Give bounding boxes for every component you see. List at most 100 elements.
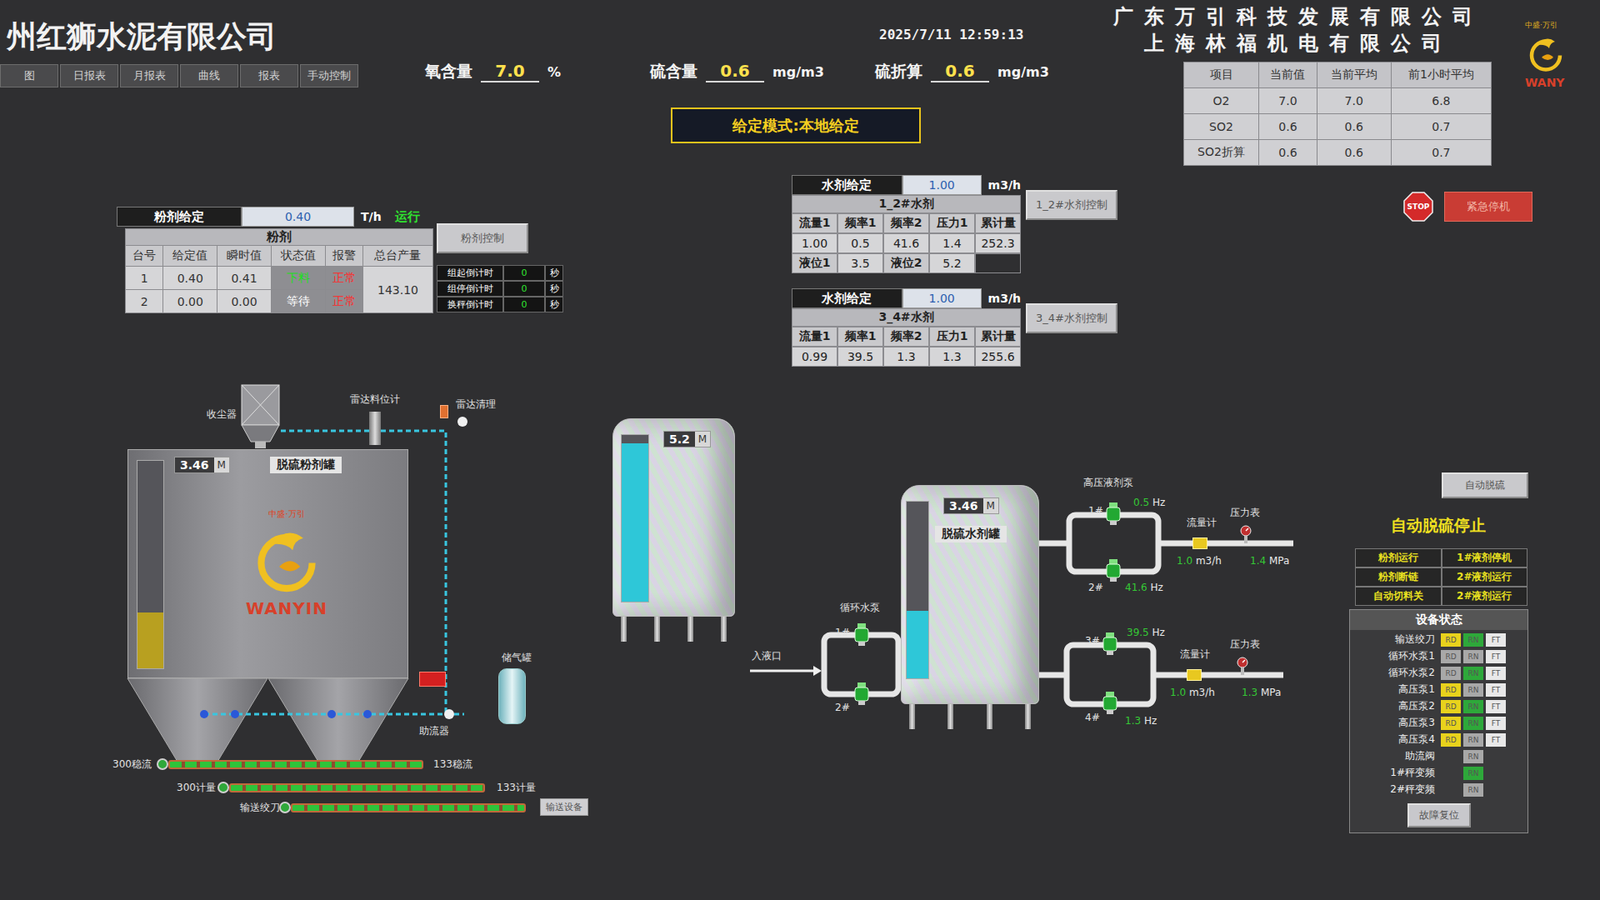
run-indicator: RN — [1463, 633, 1484, 647]
table-cell: 0.6 — [1316, 140, 1391, 166]
table-cell: 1.4 — [929, 233, 975, 254]
pump-label: 3# — [1085, 635, 1100, 647]
water-level-fill — [906, 610, 929, 679]
pressure-gauge — [1240, 525, 1252, 547]
fault-indicator: FT — [1485, 683, 1506, 697]
equipment-row: 助流阀RN — [1355, 749, 1528, 764]
equipment-row: 循环水泵1RDRNFT — [1355, 649, 1528, 664]
company-name: 广东万引科技发展有限公司 — [1100, 3, 1496, 30]
equipment-row: 高压泵3RDRNFT — [1355, 715, 1528, 730]
table-cell: SO2 — [1184, 114, 1260, 140]
pump[interactable] — [1102, 632, 1118, 660]
table-row: SO2折算0.60.60.7 — [1184, 140, 1492, 166]
conveyor-button[interactable]: 输送设备 — [540, 798, 589, 816]
table-cell: 1.3 — [883, 346, 930, 367]
svg-text:STOP: STOP — [1407, 202, 1430, 211]
fault-reset-button[interactable]: 故障复位 — [1407, 803, 1471, 828]
nav-tab[interactable]: 日报表 — [60, 64, 119, 88]
pump-icon — [1102, 691, 1118, 715]
nav-tab[interactable]: 手动控制 — [300, 64, 359, 88]
nav-tab[interactable]: 曲线 — [180, 64, 239, 88]
pressure-gauge — [1236, 656, 1249, 679]
radar-label: 雷达料位计 — [350, 393, 400, 405]
control-panels: 粉剂给定0.40T/h运行粉剂台号给定值瞬时值状态值报警总台产量10.400.4… — [0, 175, 1600, 384]
powder-tank-name: 脱硫粉剂罐 — [270, 456, 342, 474]
table-cell: 1.3 — [929, 346, 975, 367]
column-header: 总台产量 — [362, 245, 433, 267]
pump-frequency: 0.5 Hz — [1133, 496, 1165, 509]
ready-indicator: RD — [1440, 683, 1461, 697]
table-cell: 0.6 — [1259, 140, 1318, 166]
table-cell: 7.0 — [1316, 88, 1391, 115]
powder-reading: 3.46M — [174, 456, 230, 474]
inlet-arrow-icon — [750, 665, 822, 676]
screw-conveyor — [229, 783, 485, 793]
pump[interactable] — [854, 682, 870, 710]
screw-motor — [156, 758, 169, 770]
water-title: 3_4#水剂 — [791, 308, 1021, 327]
valve-joint — [457, 416, 468, 427]
flow-aid-device — [419, 671, 446, 687]
equipment-row: 循环水泵2RDRNFT — [1355, 665, 1528, 680]
blank-cell — [975, 253, 1021, 274]
radar-clean-valve[interactable] — [440, 405, 449, 419]
pressure-gauge-label: 压力表 — [1230, 638, 1260, 650]
run-indicator: RN — [1463, 666, 1484, 680]
setpoint-label: 粉剂给定 — [116, 206, 242, 227]
nav-tab[interactable]: 图 — [0, 64, 59, 88]
timer-row: 换秤倒计时0秒 — [436, 296, 564, 313]
pump[interactable] — [1102, 691, 1118, 719]
screw-conveyor — [290, 803, 526, 813]
setpoint-field[interactable]: 1.00 — [902, 288, 982, 309]
water-control-button[interactable]: 1_2#水剂控制 — [1025, 190, 1118, 220]
screw-label: 133稳流 — [433, 758, 473, 770]
pump-label: 2# — [1088, 581, 1104, 594]
equipment-row: 高压泵4RDRNFT — [1355, 732, 1528, 747]
column-header: 项目 — [1184, 62, 1260, 89]
screw-label: 输送绞刀 — [240, 801, 280, 814]
auto-status: 自动脱硫停止 — [1390, 515, 1529, 537]
table-cell: 0.6 — [1316, 114, 1391, 140]
column-header: 频率1 — [837, 326, 884, 347]
inlet-label: 入液口 — [751, 650, 782, 662]
pump-icon — [1102, 632, 1118, 656]
equipment-title: 设备状态 — [1350, 610, 1528, 630]
collector-label: 收尘器 — [206, 408, 237, 420]
screw-label: 133计量 — [496, 781, 536, 794]
fault-indicator: FT — [1485, 733, 1506, 747]
emergency-stop-button[interactable]: 紧急停机 — [1444, 191, 1533, 222]
pump[interactable] — [1105, 502, 1121, 530]
column-header: 频率2 — [883, 326, 930, 347]
status-flag: 2#液剂运行 — [1441, 567, 1529, 587]
radar-level-meter — [369, 411, 381, 445]
column-header: 状态值 — [270, 245, 325, 267]
status-flag: 粉剂运行 — [1355, 548, 1442, 568]
corner-logo: 中盛·万引WANY — [1525, 0, 1600, 175]
screw-label: 300计量 — [176, 781, 216, 794]
datetime: 2025/7/11 12:59:13 — [366, 26, 1100, 43]
table-cell: 0.99 — [791, 346, 838, 367]
summary-table: 项目当前值当前平均前1小时平均O27.07.06.8SO20.60.60.7SO… — [1183, 61, 1492, 166]
level-value: 5.2 — [929, 253, 975, 274]
water-panel: 水剂给定1.00m3/h1_2#水剂流量1频率1频率2压力1累计量1.000.5… — [791, 175, 1118, 274]
run-indicator: RN — [1463, 750, 1484, 764]
setpoint-field[interactable]: 0.40 — [241, 206, 355, 227]
water-control-button[interactable]: 3_4#水剂控制 — [1025, 303, 1118, 334]
dragon-logo-icon — [249, 521, 325, 597]
auto-desulfurization-button[interactable]: 自动脱硫 — [1441, 472, 1529, 499]
pump[interactable] — [854, 623, 870, 650]
nav-tab[interactable]: 月报表 — [120, 64, 179, 88]
table-cell: 0.7 — [1390, 140, 1491, 166]
dust-collector-icon — [240, 383, 281, 449]
nav-tab[interactable]: 报表 — [240, 64, 299, 88]
water-title: 1_2#水剂 — [791, 195, 1021, 214]
setpoint-label: 水剂给定 — [791, 288, 903, 309]
ready-indicator: RD — [1440, 650, 1461, 664]
pump-group-title: 高压液剂泵 — [1083, 476, 1134, 489]
powder-control-button[interactable]: 粉剂控制 — [436, 223, 529, 254]
setpoint-field[interactable]: 1.00 — [902, 175, 982, 195]
ready-indicator: RD — [1440, 700, 1461, 714]
pump[interactable] — [1105, 559, 1121, 586]
pump-icon — [854, 682, 870, 706]
pump-label: 1# — [835, 626, 850, 639]
